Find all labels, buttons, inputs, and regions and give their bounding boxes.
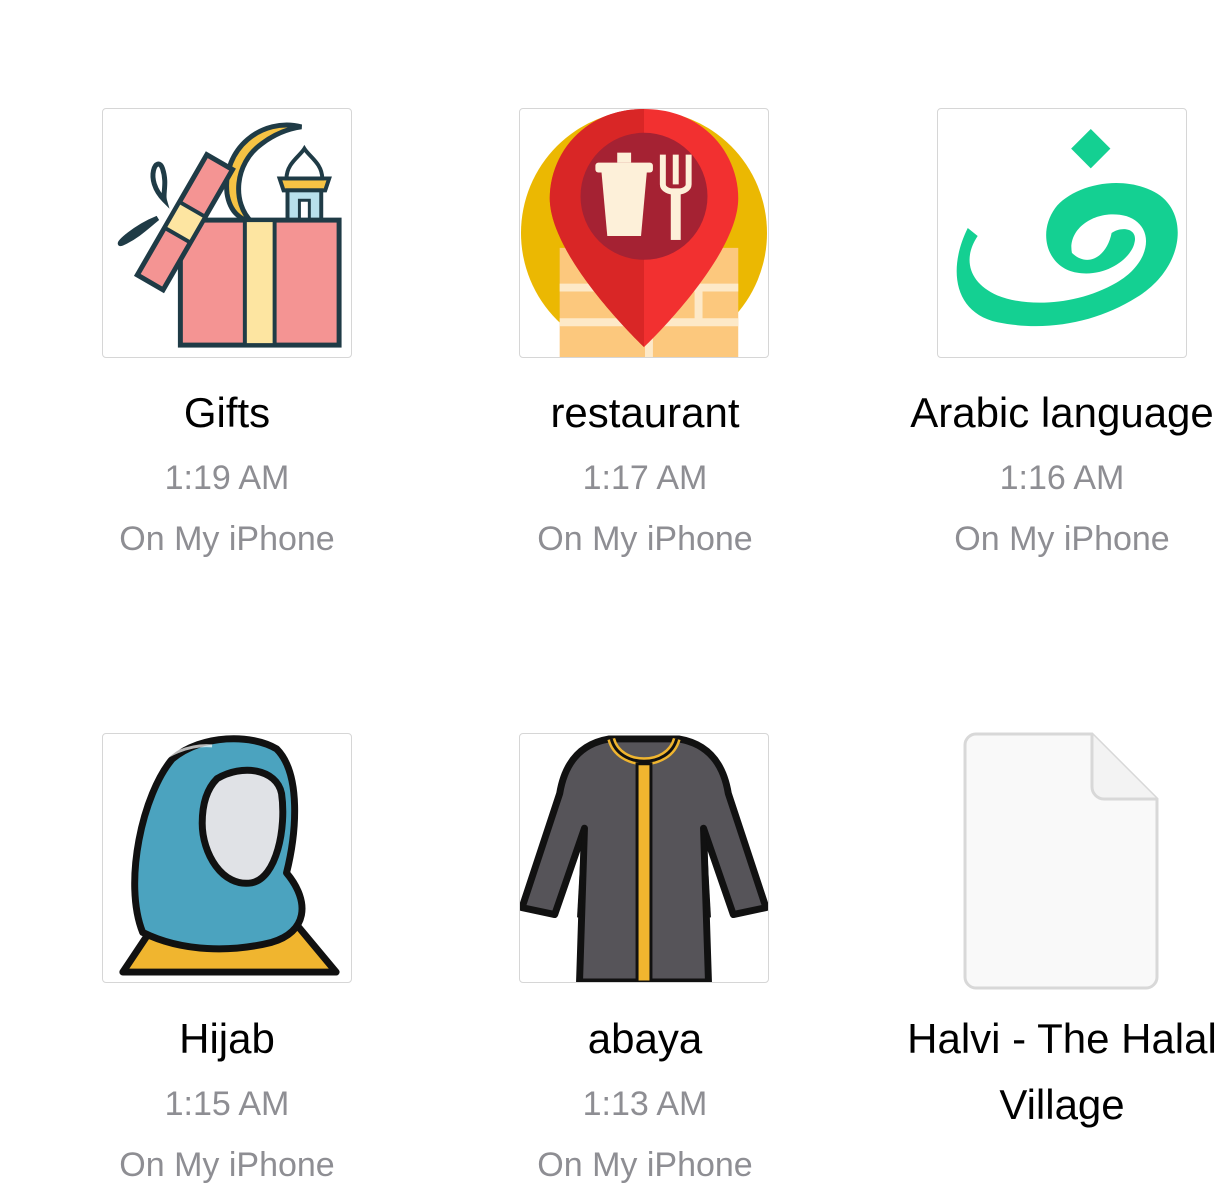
file-name-line-2: Village (999, 1081, 1125, 1128)
hijab-woman-icon (119, 735, 340, 976)
file-item-abaya[interactable]: abaya 1:13 AM On My iPhone (445, 626, 845, 1184)
file-location: On My iPhone (954, 520, 1170, 558)
arabic-letter-dad-icon (956, 129, 1178, 327)
file-location: On My iPhone (537, 520, 753, 558)
file-location: On My iPhone (119, 520, 335, 558)
file-item-hijab[interactable]: Hijab 1:15 AM On My iPhone (27, 626, 427, 1184)
blank-document-icon[interactable] (962, 731, 1162, 991)
file-thumbnail[interactable] (102, 108, 352, 358)
file-name: Gifts (183, 389, 271, 436)
file-name: Arabic language (910, 389, 1214, 436)
file-name: Hijab (179, 1015, 275, 1062)
file-name: restaurant (550, 389, 740, 436)
file-time: 1:16 AM (999, 459, 1125, 497)
file-name-line-1: Halvi - The Halal (907, 1015, 1217, 1062)
file-time: 1:17 AM (582, 459, 708, 497)
file-item-halvi[interactable]: Halvi - The Halal Village (862, 626, 1225, 1152)
gift-ramadan-icon (117, 122, 342, 348)
file-thumbnail[interactable] (937, 108, 1187, 358)
file-thumbnail[interactable] (519, 108, 769, 358)
file-time: 1:19 AM (164, 459, 290, 497)
file-name: abaya (587, 1015, 703, 1062)
file-time: 1:13 AM (582, 1085, 708, 1123)
file-thumbnail[interactable] (519, 733, 769, 983)
file-time: 1:15 AM (164, 1085, 290, 1123)
file-item-restaurant[interactable]: restaurant 1:17 AM On My iPhone (445, 0, 845, 600)
restaurant-pin-icon (520, 109, 768, 357)
file-item-arabic-language[interactable]: Arabic language 1:16 AM On My iPhone (862, 0, 1225, 600)
file-item-gifts[interactable]: Gifts 1:19 AM On My iPhone (27, 0, 427, 600)
abaya-robe-icon (520, 735, 768, 982)
file-location: On My iPhone (119, 1146, 335, 1184)
file-thumbnail[interactable] (102, 733, 352, 983)
file-location: On My iPhone (537, 1146, 753, 1184)
